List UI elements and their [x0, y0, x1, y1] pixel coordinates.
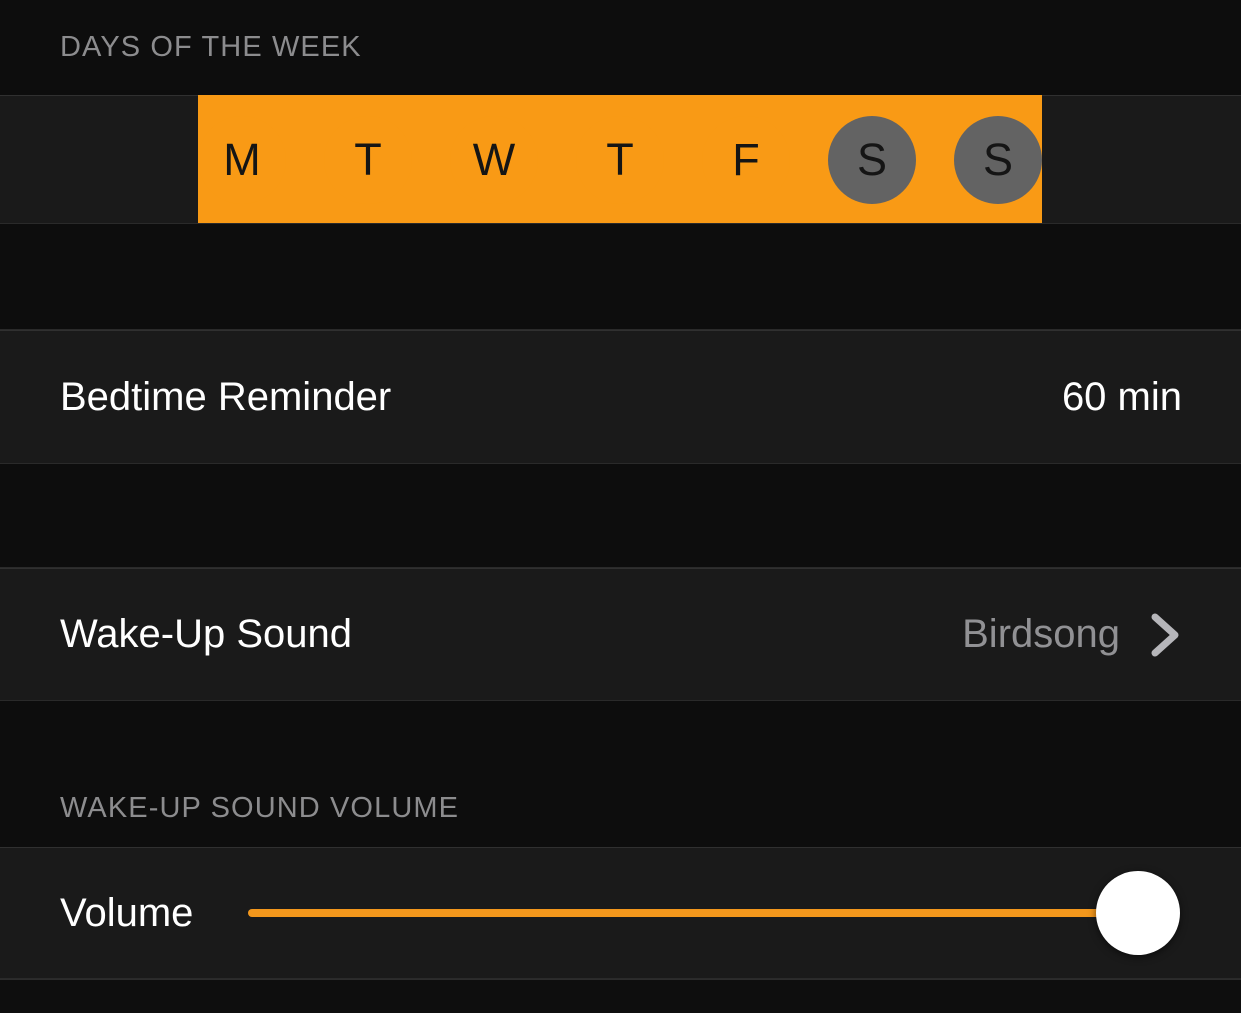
- day-toggle-monday[interactable]: M: [198, 115, 286, 204]
- day-label-thursday: T: [606, 134, 634, 185]
- bottom-filler: [0, 979, 1241, 1013]
- section-divider: [0, 979, 1241, 980]
- chevron-right-icon: [1148, 611, 1182, 659]
- row-divider: [0, 847, 1241, 848]
- day-toggle-tuesday[interactable]: T: [324, 115, 412, 204]
- alarm-settings-screen: DAYS OF THE WEEK M T W T F S S Bedtime R…: [0, 0, 1241, 1013]
- wake-up-sound-label: Wake-Up Sound: [60, 612, 352, 656]
- day-toggle-thursday[interactable]: T: [576, 115, 664, 204]
- volume-slider-thumb[interactable]: [1096, 871, 1180, 955]
- days-of-the-week-caption: DAYS OF THE WEEK: [60, 31, 362, 63]
- day-toggle-saturday[interactable]: S: [828, 115, 916, 204]
- volume-row: Volume: [0, 847, 1241, 979]
- days-of-the-week-header: DAYS OF THE WEEK: [0, 0, 1241, 95]
- wake-up-sound-volume-caption: WAKE-UP SOUND VOLUME: [60, 792, 460, 824]
- volume-label: Volume: [60, 890, 194, 935]
- row-divider: [0, 568, 1241, 569]
- volume-slider-track[interactable]: [248, 909, 1138, 917]
- day-label-sunday: S: [982, 134, 1013, 185]
- day-toggle-group: M T W T F S S: [198, 95, 1042, 224]
- days-of-the-week-row: M T W T F S S: [0, 95, 1241, 224]
- bedtime-reminder-value: 60 min: [1061, 374, 1182, 419]
- wake-up-sound-row[interactable]: Wake-Up Sound Birdsong: [0, 568, 1241, 701]
- section-gap-top: [0, 224, 1241, 330]
- day-toggle-sunday[interactable]: S: [954, 115, 1042, 204]
- bedtime-reminder-label: Bedtime Reminder: [60, 374, 392, 419]
- day-label-wednesday: W: [472, 134, 516, 185]
- wake-up-sound-value: Birdsong: [962, 612, 1120, 656]
- row-divider: [0, 330, 1241, 331]
- day-toggle-friday[interactable]: F: [702, 115, 790, 204]
- day-label-tuesday: T: [354, 134, 382, 185]
- volume-slider[interactable]: [248, 865, 1190, 961]
- day-label-saturday: S: [856, 134, 887, 185]
- day-toggle-wednesday[interactable]: W: [450, 115, 538, 204]
- bedtime-reminder-row[interactable]: Bedtime Reminder 60 min: [0, 330, 1241, 464]
- day-label-monday: M: [223, 134, 261, 185]
- volume-slider-fill: [248, 909, 1138, 917]
- day-label-friday: F: [732, 134, 760, 185]
- wake-up-sound-volume-header: WAKE-UP SOUND VOLUME: [0, 701, 1241, 847]
- section-gap-middle: [0, 464, 1241, 568]
